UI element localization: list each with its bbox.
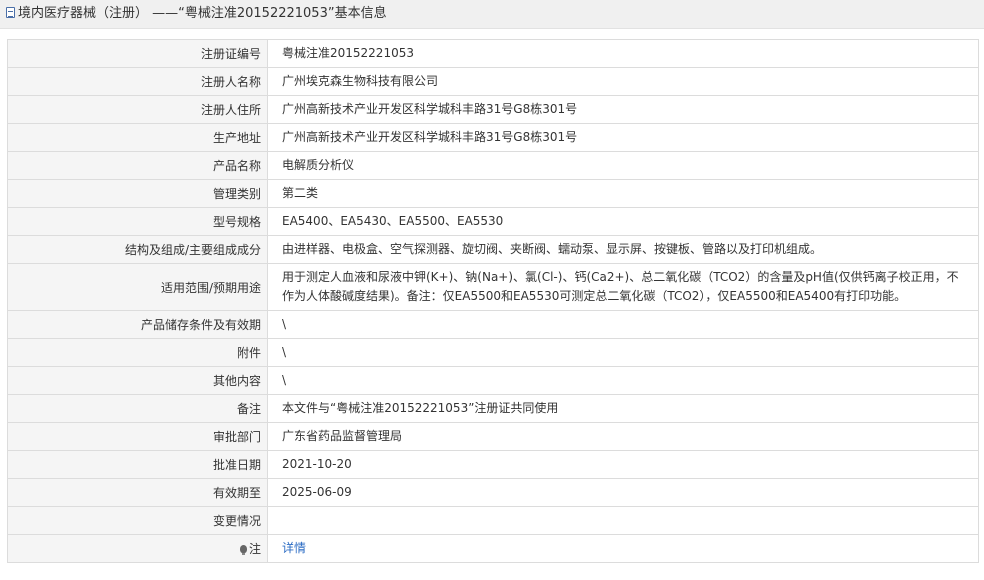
row-label: 适用范围/预期用途 [8,264,268,310]
table-row: 注册人名称 广州埃克森生物科技有限公司 [8,68,978,96]
table-row: 产品储存条件及有效期 \ [8,311,978,339]
row-label: 注册证编号 [8,40,268,67]
lightbulb-icon [239,544,247,555]
note-label-cell: 注 [8,535,268,562]
row-value: \ [282,317,287,331]
row-label: 其他内容 [8,367,268,394]
row-value: 2021-10-20 [282,457,352,471]
row-label: 变更情况 [8,507,268,534]
row-label: 结构及组成/主要组成成分 [8,236,268,263]
table-row: 生产地址 广州高新技术产业开发区科学城科丰路31号G8栋301号 [8,124,978,152]
row-value: \ [282,345,287,359]
table-row: 审批部门 广东省药品监督管理局 [8,423,978,451]
row-value: EA5400、EA5430、EA5500、EA5530 [282,214,504,228]
info-table: 注册证编号 粤械注准20152221053 注册人名称 广州埃克森生物科技有限公… [7,39,979,563]
row-value: 由进样器、电极盒、空气探测器、旋切阀、夹断阀、蠕动泵、显示屏、按键板、管路以及打… [282,242,823,256]
table-row: 注册人住所 广州高新技术产业开发区科学城科丰路31号G8栋301号 [8,96,978,124]
row-label: 注册人住所 [8,96,268,123]
details-link[interactable]: 详情 [282,539,306,558]
page-title: 境内医疗器械（注册） ——“粤械注准20152221053”基本信息 [18,6,387,21]
row-value: 粤械注准20152221053 [282,46,414,60]
row-label: 管理类别 [8,180,268,207]
table-row: 产品名称 电解质分析仪 [8,152,978,180]
row-label: 产品名称 [8,152,268,179]
row-label: 生产地址 [8,124,268,151]
table-row: 注册证编号 粤械注准20152221053 [8,40,978,68]
table-row: 适用范围/预期用途 用于测定人血液和尿液中钾(K+)、钠(Na+)、氯(Cl-)… [8,264,978,311]
note-label: 注 [248,542,261,556]
table-row: 其他内容 \ [8,367,978,395]
document-icon [6,7,15,18]
row-value: 广州高新技术产业开发区科学城科丰路31号G8栋301号 [282,130,578,144]
row-label: 型号规格 [8,208,268,235]
row-label: 附件 [8,339,268,366]
row-label: 有效期至 [8,479,268,506]
row-value: 广州高新技术产业开发区科学城科丰路31号G8栋301号 [282,102,578,116]
row-value: 广东省药品监督管理局 [282,429,403,443]
row-label: 备注 [8,395,268,422]
table-row: 备注 本文件与“粤械注准20152221053”注册证共同使用 [8,395,978,423]
row-label: 审批部门 [8,423,268,450]
row-label: 批准日期 [8,451,268,478]
row-value: 第二类 [282,186,319,200]
table-row: 有效期至 2025-06-09 [8,479,978,507]
page-header: 境内医疗器械（注册） ——“粤械注准20152221053”基本信息 [0,0,984,29]
row-value: 电解质分析仪 [282,158,355,172]
table-row: 结构及组成/主要组成成分 由进样器、电极盒、空气探测器、旋切阀、夹断阀、蠕动泵、… [8,236,978,264]
row-value: \ [282,373,287,387]
row-value [268,507,978,534]
table-row: 变更情况 [8,507,978,535]
note-value: 详情 [268,535,978,562]
table-row: 批准日期 2021-10-20 [8,451,978,479]
table-row: 型号规格 EA5400、EA5430、EA5500、EA5530 [8,208,978,236]
row-value: 用于测定人血液和尿液中钾(K+)、钠(Na+)、氯(Cl-)、钙(Ca2+)、总… [282,270,959,303]
table-row: 附件 \ [8,339,978,367]
row-label: 产品储存条件及有效期 [8,311,268,338]
row-value: 2025-06-09 [282,485,352,499]
row-label: 注册人名称 [8,68,268,95]
row-value: 本文件与“粤械注准20152221053”注册证共同使用 [282,401,559,415]
row-value: 广州埃克森生物科技有限公司 [282,74,439,88]
table-row: 管理类别 第二类 [8,180,978,208]
note-row: 注 详情 [8,535,978,563]
